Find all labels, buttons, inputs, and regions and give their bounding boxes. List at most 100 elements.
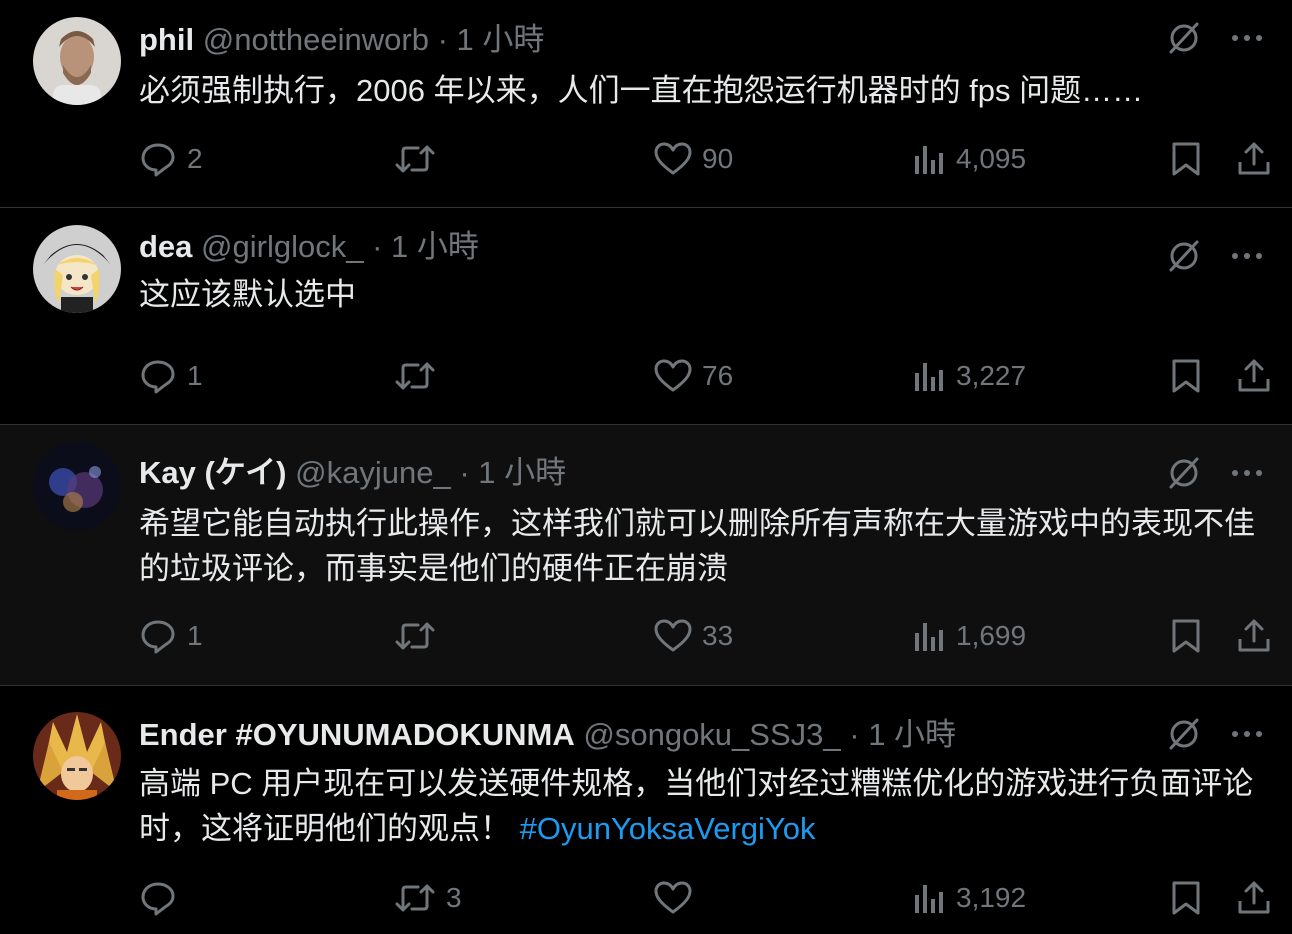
view-count: 1,699 xyxy=(956,620,1027,651)
tweet[interactable]: Kay (ケイ) @kayjune_ · 1 小時 希望它能自动执行此操作，这样… xyxy=(0,425,1292,686)
views-button[interactable]: 1,699 xyxy=(912,611,1026,661)
tweet-body: 这应该默认选中 xyxy=(139,277,356,312)
user-handle[interactable]: @girlglock_ xyxy=(201,229,363,264)
tweet-top-controls xyxy=(1164,18,1264,58)
share-icon xyxy=(1238,881,1270,914)
mute-icon[interactable] xyxy=(1164,714,1204,754)
like-button[interactable]: 76 xyxy=(654,351,733,401)
more-icon[interactable] xyxy=(1230,250,1264,262)
view-count: 3,227 xyxy=(956,360,1027,391)
like-count: 90 xyxy=(702,143,734,174)
views-button[interactable]: 3,192 xyxy=(912,873,1026,923)
timestamp[interactable]: 1 小時 xyxy=(478,455,566,490)
bookmark-icon xyxy=(1172,142,1200,176)
reply-count: 1 xyxy=(187,360,203,391)
reply-icon xyxy=(141,620,175,654)
tweet-text: 必须强制执行，2006 年以来，人们一直在抱怨运行机器时的 fps 问题…… xyxy=(139,68,1269,113)
tweet-actions: 2 90 4,095 xyxy=(139,134,1270,184)
mute-icon[interactable] xyxy=(1164,18,1204,58)
retweet-button[interactable]: 3 xyxy=(394,873,462,923)
tweet-body: 希望它能自动执行此操作，这样我们就可以删除所有声称在大量游戏中的表现不佳的垃圾评… xyxy=(139,506,1255,586)
tweet-top-controls xyxy=(1164,453,1264,493)
tweet-actions: 1 76 3,227 xyxy=(139,351,1270,401)
reply-icon xyxy=(141,143,175,177)
user-name[interactable]: phil xyxy=(139,22,194,57)
retweet-button[interactable] xyxy=(394,134,446,184)
user-handle[interactable]: @songoku_SSJ3_ xyxy=(583,717,840,752)
share-button[interactable] xyxy=(1236,134,1272,184)
like-icon xyxy=(654,881,692,914)
user-name[interactable]: Ender #OYUNUMADOKUNMA xyxy=(139,717,575,752)
tweet-top-controls xyxy=(1164,714,1264,754)
like-button[interactable]: 90 xyxy=(654,134,733,184)
tweet-text: 希望它能自动执行此操作，这样我们就可以删除所有声称在大量游戏中的表现不佳的垃圾评… xyxy=(139,501,1269,591)
reply-count: 1 xyxy=(187,620,203,651)
like-button[interactable]: 33 xyxy=(654,611,733,661)
share-button[interactable] xyxy=(1236,611,1272,661)
separator: · xyxy=(849,717,860,752)
timestamp[interactable]: 1 小時 xyxy=(868,717,956,752)
like-count: 76 xyxy=(702,360,734,391)
mute-icon[interactable] xyxy=(1164,236,1204,276)
avatar[interactable] xyxy=(33,442,121,530)
user-handle[interactable]: @kayjune_ xyxy=(295,455,451,490)
share-icon xyxy=(1238,619,1270,652)
bookmark-button[interactable] xyxy=(1169,134,1203,184)
like-count: 33 xyxy=(702,620,734,651)
like-icon xyxy=(654,619,692,652)
share-icon xyxy=(1238,142,1270,175)
reply-icon xyxy=(141,360,175,394)
like-icon xyxy=(654,359,692,392)
retweet-icon xyxy=(395,362,435,390)
more-icon[interactable] xyxy=(1230,467,1264,479)
reply-icon xyxy=(141,882,175,916)
avatar[interactable] xyxy=(33,225,121,313)
tweet-header: Kay (ケイ) @kayjune_ · 1 小時 xyxy=(139,453,566,493)
tweet-text: 这应该默认选中 xyxy=(139,272,1269,317)
tweet[interactable]: phil @nottheeinworb · 1 小時 必须强制执行，2006 年… xyxy=(0,0,1292,208)
bookmark-button[interactable] xyxy=(1169,611,1203,661)
share-icon xyxy=(1238,359,1270,392)
tweet-actions: 3 3,192 xyxy=(139,873,1270,923)
bookmark-icon xyxy=(1172,619,1200,653)
retweet-icon xyxy=(395,884,435,912)
hashtag-link[interactable]: #OyunYoksaVergiYok xyxy=(520,811,816,846)
avatar[interactable] xyxy=(33,17,121,105)
views-button[interactable]: 3,227 xyxy=(912,351,1026,401)
retweet-button[interactable] xyxy=(394,611,446,661)
user-name[interactable]: dea xyxy=(139,229,192,264)
share-button[interactable] xyxy=(1236,351,1272,401)
view-count: 3,192 xyxy=(956,882,1027,913)
bookmark-button[interactable] xyxy=(1169,873,1203,923)
reply-button[interactable]: 2 xyxy=(139,134,203,184)
mute-icon[interactable] xyxy=(1164,453,1204,493)
timestamp[interactable]: 1 小時 xyxy=(457,22,545,57)
more-icon[interactable] xyxy=(1230,32,1264,44)
retweet-button[interactable] xyxy=(394,351,446,401)
tweet[interactable]: Ender #OYUNUMADOKUNMA @songoku_SSJ3_ · 1… xyxy=(0,686,1292,934)
retweet-icon xyxy=(395,622,435,650)
reply-button[interactable] xyxy=(139,873,187,923)
reply-button[interactable]: 1 xyxy=(139,611,203,661)
views-icon xyxy=(915,363,943,391)
reply-button[interactable]: 1 xyxy=(139,351,203,401)
separator: · xyxy=(437,22,448,57)
avatar[interactable] xyxy=(33,712,121,800)
views-button[interactable]: 4,095 xyxy=(912,134,1026,184)
tweet[interactable]: dea @girlglock_ · 1 小時 这应该默认选中 1 76 3,22… xyxy=(0,208,1292,425)
tweet-body: 必须强制执行，2006 年以来，人们一直在抱怨运行机器时的 fps 问题…… xyxy=(139,73,1144,108)
like-button[interactable] xyxy=(654,873,702,923)
user-name[interactable]: Kay (ケイ) xyxy=(139,455,287,490)
user-handle[interactable]: @nottheeinworb xyxy=(203,22,429,57)
tweet-text: 高端 PC 用户现在可以发送硬件规格，当他们对经过糟糕优化的游戏进行负面评论时，… xyxy=(139,761,1269,851)
tweet-top-controls xyxy=(1164,236,1264,276)
views-icon xyxy=(915,885,943,913)
share-button[interactable] xyxy=(1236,873,1272,923)
views-icon xyxy=(915,623,943,651)
more-icon[interactable] xyxy=(1230,728,1264,740)
bookmark-button[interactable] xyxy=(1169,351,1203,401)
timestamp[interactable]: 1 小時 xyxy=(391,229,479,264)
separator: · xyxy=(372,229,383,264)
tweet-header: Ender #OYUNUMADOKUNMA @songoku_SSJ3_ · 1… xyxy=(139,715,956,755)
retweet-count: 3 xyxy=(446,882,462,913)
